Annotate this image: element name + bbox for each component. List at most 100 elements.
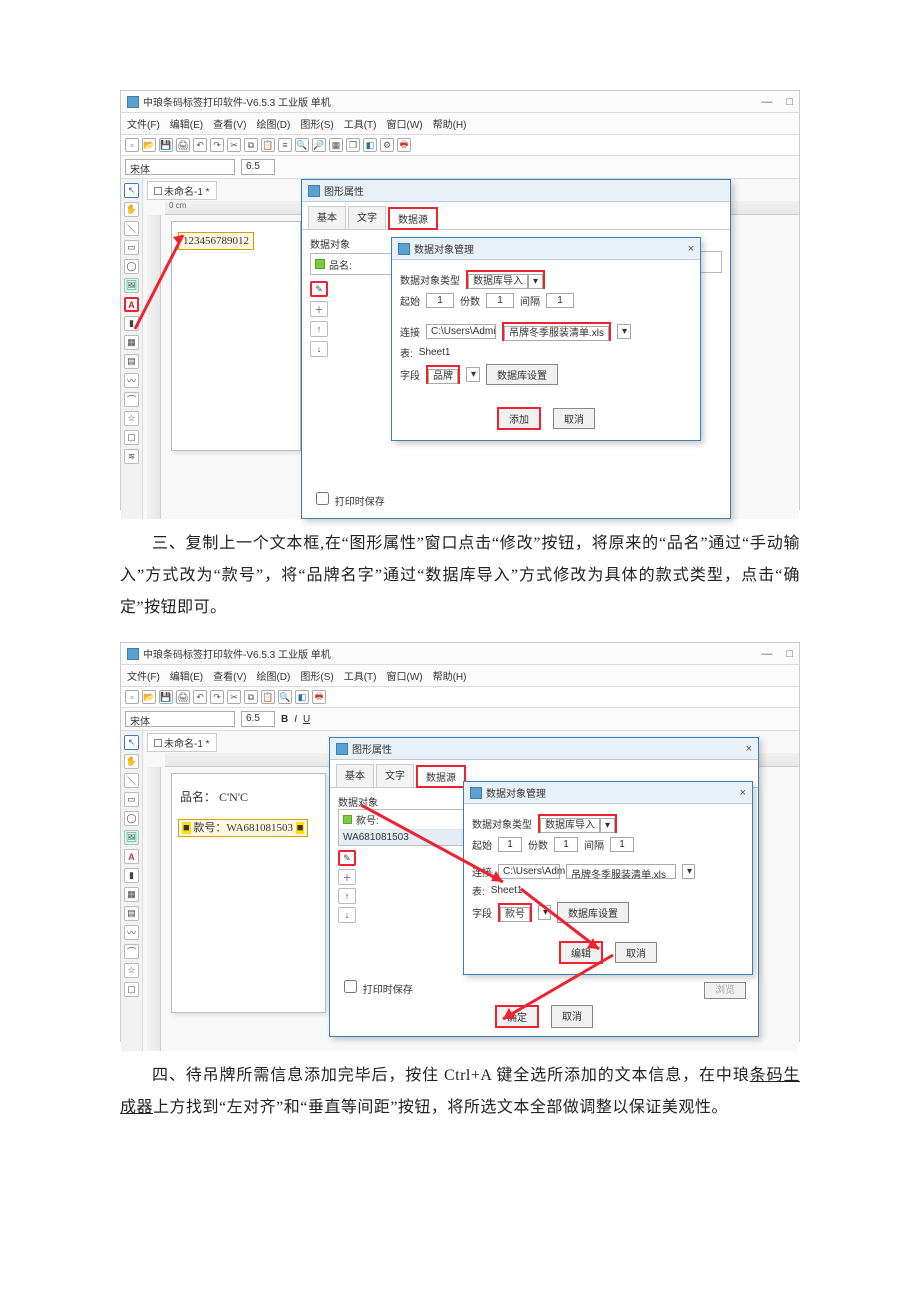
image-icon[interactable]: 🖼 xyxy=(124,830,139,845)
undo-icon[interactable]: ↶ xyxy=(193,690,207,704)
menu-tools[interactable]: 工具(T) xyxy=(344,116,377,131)
field-combo[interactable]: 品牌 xyxy=(428,369,458,384)
barcode-icon[interactable]: ▮ xyxy=(124,316,139,331)
document-tab[interactable]: 未命名-1 * xyxy=(147,181,217,200)
star-icon[interactable]: ☆ xyxy=(124,411,139,426)
menu-window[interactable]: 窗口(W) xyxy=(386,668,422,683)
undo-icon[interactable]: ↶ xyxy=(193,138,207,152)
qr-icon[interactable]: ▦ xyxy=(124,887,139,902)
cancel-button[interactable]: 取消 xyxy=(615,942,657,963)
arc-icon[interactable]: ⌒ xyxy=(124,944,139,959)
qr-icon[interactable]: ▦ xyxy=(124,335,139,350)
conn-file-input[interactable]: 吊牌冬季服装清单.xls xyxy=(566,864,676,879)
grid-icon[interactable]: ▦ xyxy=(329,138,343,152)
canvas[interactable]: 未命名-1 * 0 cm 123456789012 图形属性 基本 文字 xyxy=(143,179,799,519)
menu-tools[interactable]: 工具(T) xyxy=(344,668,377,683)
open-icon[interactable]: 📂 xyxy=(142,138,156,152)
add-item-icon[interactable]: ＋ xyxy=(338,869,356,885)
zoom-in-icon[interactable]: 🔍 xyxy=(295,138,309,152)
align-icon[interactable]: ≡ xyxy=(278,138,292,152)
close-icon[interactable]: × xyxy=(688,243,694,255)
start-input[interactable]: 1 xyxy=(426,293,454,308)
minimize-icon[interactable]: — xyxy=(761,648,772,660)
start-input[interactable]: 1 xyxy=(498,837,522,852)
cut-icon[interactable]: ✂ xyxy=(227,138,241,152)
tab-text[interactable]: 文字 xyxy=(376,764,414,787)
type-combo[interactable]: 数据库导入 xyxy=(468,274,528,289)
menu-file[interactable]: 文件(F) xyxy=(127,116,160,131)
new-icon[interactable]: ▫ xyxy=(125,690,139,704)
tab-text[interactable]: 文字 xyxy=(348,206,386,229)
rect-icon[interactable]: ▭ xyxy=(124,240,139,255)
print-red-icon[interactable]: 🖶 xyxy=(397,138,411,152)
curve-icon[interactable]: 〰 xyxy=(124,373,139,388)
add-item-icon[interactable]: ＋ xyxy=(310,301,328,317)
hand-icon[interactable]: ✋ xyxy=(124,754,139,769)
barcode-icon[interactable]: ▮ xyxy=(124,868,139,883)
up-item-icon[interactable]: ↑ xyxy=(310,321,328,337)
print-save-checkbox[interactable] xyxy=(316,492,329,505)
edit-button[interactable]: 编辑 xyxy=(559,941,603,964)
ellipse-icon[interactable]: ◯ xyxy=(124,259,139,274)
print-icon[interactable]: 🖨 xyxy=(176,138,190,152)
spacing-icon[interactable]: ≋ xyxy=(124,449,139,464)
line-icon[interactable]: ＼ xyxy=(124,773,139,788)
edit-item-icon[interactable]: ✎ xyxy=(338,850,356,866)
menubar[interactable]: 文件(F) 编辑(E) 查看(V) 绘图(D) 图形(S) 工具(T) 窗口(W… xyxy=(121,665,799,687)
ellipse-icon[interactable]: ◯ xyxy=(124,811,139,826)
menu-shape[interactable]: 图形(S) xyxy=(300,668,333,683)
star-icon[interactable]: ☆ xyxy=(124,963,139,978)
menu-edit[interactable]: 编辑(E) xyxy=(170,116,203,131)
gap-input[interactable]: 1 xyxy=(546,293,574,308)
print-save-checkbox[interactable] xyxy=(344,980,357,993)
document-tab[interactable]: 未命名-1 * xyxy=(147,733,217,752)
menu-view[interactable]: 查看(V) xyxy=(213,668,246,683)
tab-basic[interactable]: 基本 xyxy=(336,764,374,787)
type-combo[interactable]: 数据库导入 xyxy=(540,818,600,833)
new-icon[interactable]: ▫ xyxy=(125,138,139,152)
print-red-icon[interactable]: 🖶 xyxy=(312,690,326,704)
page-area[interactable]: 品名： C'N'C ■ 款号：WA681081503 ■ xyxy=(171,773,326,1013)
ok-button[interactable]: 确定 xyxy=(495,1005,539,1028)
round-rect-icon[interactable]: ▢ xyxy=(124,982,139,997)
line2-value[interactable]: WA681081503 xyxy=(226,822,293,834)
table-icon[interactable]: ▤ xyxy=(124,354,139,369)
down-item-icon[interactable]: ↓ xyxy=(310,341,328,357)
data-object-item[interactable]: 品名: xyxy=(329,257,352,272)
image-icon[interactable]: 🖼 xyxy=(124,278,139,293)
pointer-icon[interactable]: ↖ xyxy=(124,183,139,198)
add-button[interactable]: 添加 xyxy=(497,407,541,430)
font-size-combo[interactable]: 6.5 xyxy=(241,711,275,727)
save-icon[interactable]: 💾 xyxy=(159,138,173,152)
conn-file-input[interactable]: 吊牌冬季服装清单.xls xyxy=(504,326,609,341)
settings-icon[interactable]: ⚙ xyxy=(380,138,394,152)
font-name-combo[interactable]: 宋体 xyxy=(125,711,235,727)
conn-path-input[interactable]: C:\Users\Adm xyxy=(498,864,560,879)
count-input[interactable]: 1 xyxy=(554,837,578,852)
font-name-combo[interactable]: 宋体 xyxy=(125,159,235,175)
down-item-icon[interactable]: ↓ xyxy=(338,907,356,923)
page-area[interactable]: 123456789012 xyxy=(171,221,301,451)
layers-icon[interactable]: ❐ xyxy=(346,138,360,152)
round-rect-icon[interactable]: ▢ xyxy=(124,430,139,445)
menu-draw[interactable]: 绘图(D) xyxy=(256,668,290,683)
line-icon[interactable]: ＼ xyxy=(124,221,139,236)
menu-file[interactable]: 文件(F) xyxy=(127,668,160,683)
rect-icon[interactable]: ▭ xyxy=(124,792,139,807)
menu-help[interactable]: 帮助(H) xyxy=(433,668,467,683)
db-icon[interactable]: ◧ xyxy=(295,690,309,704)
text-tool-icon[interactable]: A xyxy=(124,297,139,312)
menu-help[interactable]: 帮助(H) xyxy=(433,116,467,131)
copy-icon[interactable]: ⧉ xyxy=(244,138,258,152)
save-icon[interactable]: 💾 xyxy=(159,690,173,704)
db-settings-button[interactable]: 数据库设置 xyxy=(557,902,629,923)
conn-dropdown-icon[interactable]: ▾ xyxy=(617,324,631,339)
close-icon[interactable]: × xyxy=(740,787,746,799)
copy-icon[interactable]: ⧉ xyxy=(244,690,258,704)
tab-basic[interactable]: 基本 xyxy=(308,206,346,229)
count-input[interactable]: 1 xyxy=(486,293,514,308)
menu-edit[interactable]: 编辑(E) xyxy=(170,668,203,683)
redo-icon[interactable]: ↷ xyxy=(210,690,224,704)
minimize-icon[interactable]: — xyxy=(761,96,772,108)
close-icon[interactable]: × xyxy=(746,743,752,755)
